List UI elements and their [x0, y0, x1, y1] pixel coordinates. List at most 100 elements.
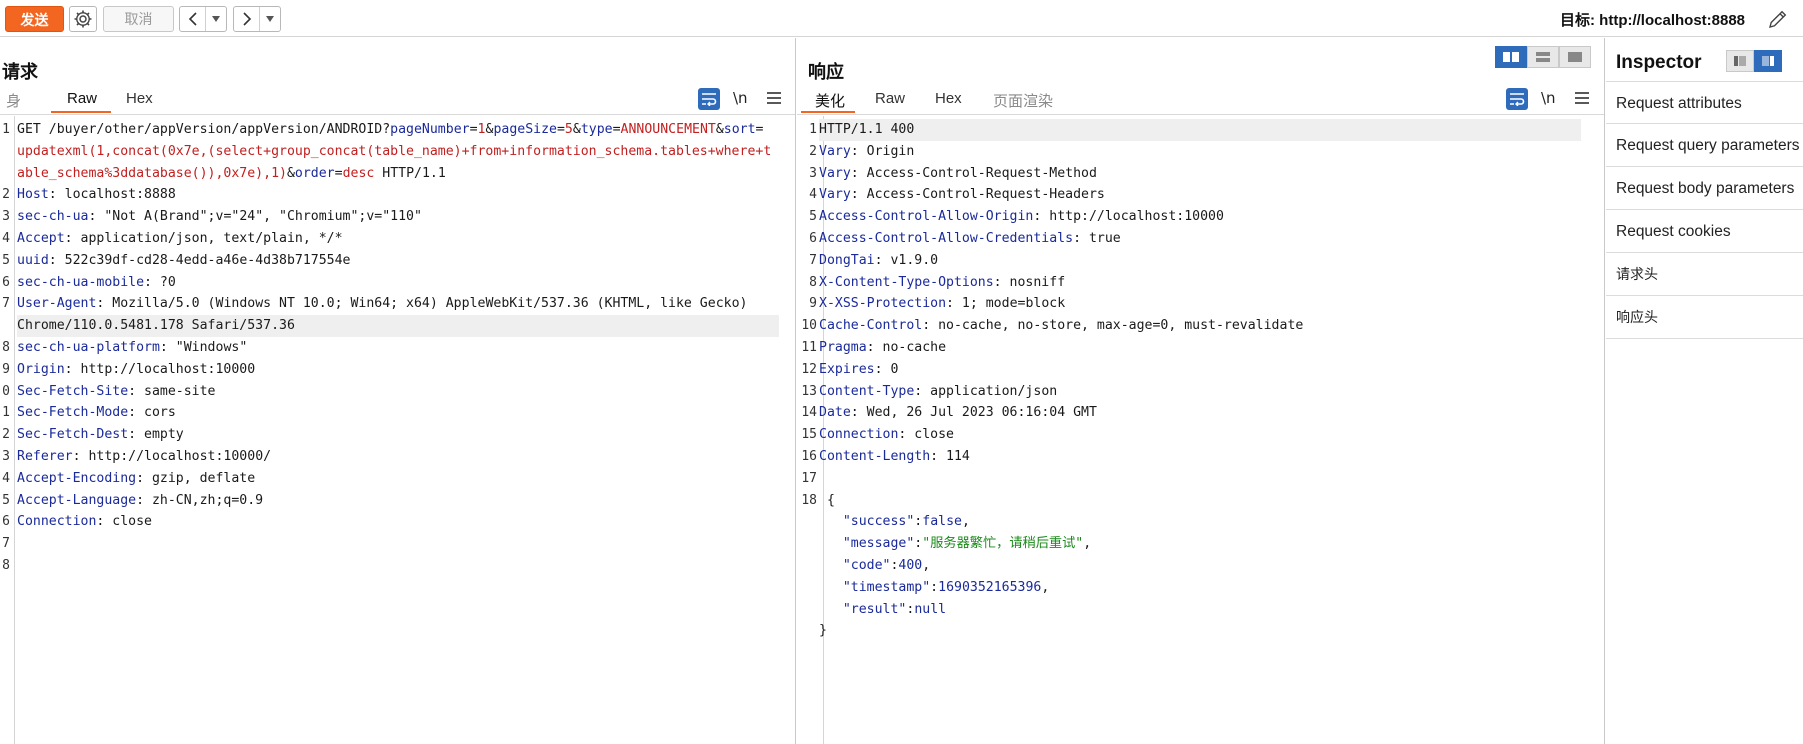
request-panel: 请求 身 Raw Hex \n 1 GET /buyer/other/appVer…: [0, 38, 796, 744]
code-line: HTTP/1.1 400: [819, 122, 915, 137]
code-line: {: [819, 492, 835, 508]
gear-icon: [74, 10, 92, 28]
settings-button[interactable]: [69, 6, 97, 32]
tab-raw[interactable]: Raw: [873, 90, 907, 107]
back-dropdown[interactable]: [206, 7, 226, 31]
code-line: "code":400,: [842, 558, 931, 573]
tab-pretty[interactable]: 美化: [813, 90, 847, 111]
code-line: }: [819, 623, 827, 639]
line-number: 9: [809, 296, 817, 312]
line-number: 4: [809, 187, 817, 203]
code-line: Referer: http://localhost:10000/: [17, 449, 272, 464]
code-line: Accept: application/json, text/plain, */…: [17, 231, 343, 246]
code-line: able_schema%3ddatabase()),0x7e),1)&order…: [17, 165, 446, 181]
tab-hex[interactable]: Hex: [933, 90, 964, 107]
line-number: 3: [809, 165, 817, 181]
code-line: User-Agent: Mozilla/5.0 (Windows NT 10.0…: [17, 296, 748, 312]
menu-icon[interactable]: [765, 88, 783, 108]
code-line: Connection: close: [17, 514, 152, 530]
line-number: 11: [801, 340, 817, 355]
chevron-right-icon: [242, 12, 251, 26]
line-number: 18: [801, 492, 817, 508]
code-line: GET /buyer/other/appVersion/appVersion/A…: [17, 122, 764, 137]
code-line: Host: localhost:8888: [17, 187, 176, 203]
forward-dropdown[interactable]: [260, 7, 280, 31]
code-line: Sec-Fetch-Mode: cors: [17, 405, 176, 421]
code-line: Vary: Access-Control-Request-Headers: [819, 187, 1105, 203]
wrap-toggle-button[interactable]: [698, 88, 720, 110]
line-number: 9: [2, 361, 10, 377]
forward-nav-group: [233, 6, 281, 32]
target-label: 目标: http://localhost:8888: [1560, 12, 1746, 29]
top-toolbar: 发送 取消 目标: http://localhost:8888: [0, 0, 1803, 37]
line-number: 8: [809, 274, 817, 290]
line-number: 7: [2, 536, 10, 552]
newline-toggle[interactable]: \n: [733, 89, 748, 107]
layout-side-by-side-button[interactable]: [1495, 46, 1527, 68]
request-editor[interactable]: 1 GET /buyer/other/appVersion/appVersion/…: [0, 116, 795, 744]
code-line: Access-Control-Allow-Credentials: true: [819, 231, 1121, 246]
tab-pretty-partial[interactable]: 身: [4, 90, 23, 111]
code-line: Vary: Origin: [819, 143, 915, 159]
code-line: Accept-Language: zh-CN,zh;q=0.9: [17, 492, 264, 508]
wrap-toggle-button[interactable]: [1506, 88, 1528, 110]
line-number: 8: [2, 558, 10, 573]
line-number: 1: [809, 122, 817, 137]
line-number: 16: [801, 449, 817, 464]
back-button[interactable]: [180, 7, 206, 31]
code-line: sec-ch-ua-platform: "Windows": [17, 340, 248, 355]
inspector-request-cookies[interactable]: Request cookies: [1606, 210, 1803, 253]
inspector-request-attributes[interactable]: Request attributes: [1606, 81, 1803, 124]
code-line: uuid: 522c39df-cd28-4edd-a46e-4d38b71755…: [17, 252, 351, 268]
line-number: 1: [2, 122, 10, 137]
inspector-request-query-parameters[interactable]: Request query parameters: [1606, 124, 1803, 167]
line-number: 4: [2, 470, 10, 486]
line-number: 4: [2, 231, 10, 246]
request-title: 请求: [2, 62, 38, 82]
send-button[interactable]: 发送: [5, 6, 64, 32]
caret-down-icon: [212, 16, 220, 22]
line-number: 6: [2, 274, 10, 290]
line-number: 17: [801, 470, 817, 486]
inspector-request-body-parameters[interactable]: Request body parameters: [1606, 167, 1803, 210]
forward-button[interactable]: [234, 7, 260, 31]
line-number: 5: [2, 492, 10, 508]
inspector-request-headers[interactable]: 请求头: [1606, 253, 1803, 296]
line-number: 10: [801, 318, 817, 334]
code-line: "success":false,: [842, 514, 970, 530]
code-line: Sec-Fetch-Dest: empty: [17, 427, 184, 443]
newline-toggle[interactable]: \n: [1541, 89, 1556, 107]
line-number: 5: [809, 209, 817, 225]
inspector-response-headers[interactable]: 响应头: [1606, 296, 1803, 339]
code-line: Connection: close: [819, 427, 954, 443]
tab-hex[interactable]: Hex: [124, 90, 155, 107]
edit-target-icon[interactable]: [1766, 7, 1790, 31]
inspector-collapse-button[interactable]: [1726, 50, 1754, 72]
code-line: sec-ch-ua-mobile: ?0: [17, 274, 176, 290]
line-number: 12: [801, 361, 817, 377]
menu-icon[interactable]: [1573, 88, 1591, 108]
code-line: Pragma: no-cache: [819, 340, 947, 355]
line-number: 6: [2, 514, 10, 530]
highlighted-line: [819, 119, 1581, 141]
response-editor[interactable]: 1 HTTP/1.1 400 2 Vary: Origin 3 Vary: Access-…: [797, 116, 1604, 744]
response-title: 响应: [808, 62, 844, 82]
line-number: 2: [2, 427, 10, 443]
tabs-divider: [0, 114, 795, 115]
tabs-divider: [797, 114, 1604, 115]
code-line: X-XSS-Protection: 1; mode=block: [819, 296, 1066, 312]
line-number: 3: [2, 209, 10, 225]
code-line: "result":null: [842, 601, 947, 617]
layout-stacked-button[interactable]: [1527, 46, 1559, 68]
code-line: Expires: 0: [819, 361, 899, 377]
line-number: 6: [809, 231, 817, 246]
tab-raw[interactable]: Raw: [65, 90, 99, 107]
cancel-button[interactable]: 取消: [103, 6, 174, 32]
layout-toggle-group: [1495, 46, 1591, 68]
code-line: Accept-Encoding: gzip, deflate: [17, 470, 256, 486]
line-number: 14: [801, 405, 817, 421]
back-nav-group: [179, 6, 227, 32]
tab-render[interactable]: 页面渲染: [991, 90, 1055, 111]
inspector-expand-button[interactable]: [1754, 50, 1782, 72]
layout-tabs-button[interactable]: [1559, 46, 1591, 68]
